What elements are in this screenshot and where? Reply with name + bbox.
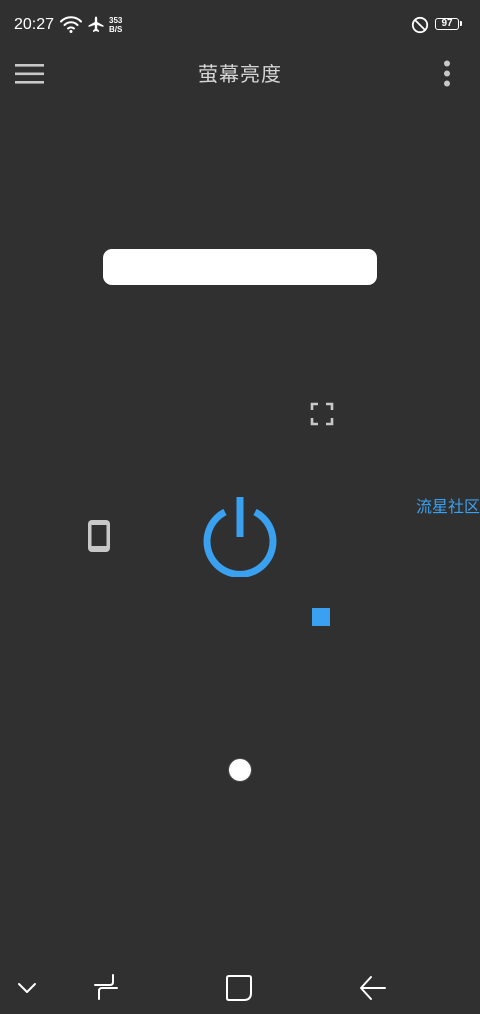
chevron-down-icon[interactable] bbox=[16, 980, 38, 996]
battery-level: 97 bbox=[441, 18, 453, 29]
back-icon[interactable] bbox=[358, 974, 388, 1002]
more-vertical-icon[interactable] bbox=[434, 60, 460, 88]
app-bar: 萤幕亮度 bbox=[0, 48, 480, 100]
color-indicator[interactable] bbox=[312, 608, 330, 626]
screen: 20:27 353 B/S 97 萤幕亮度 流星社区 bbox=[0, 0, 480, 1014]
status-time: 20:27 bbox=[14, 16, 55, 33]
phone-icon[interactable] bbox=[86, 518, 112, 554]
network-speed: 353 B/S bbox=[109, 16, 122, 34]
airplane-icon bbox=[88, 16, 104, 32]
battery-icon: 97 bbox=[435, 18, 462, 30]
page-title: 萤幕亮度 bbox=[198, 62, 282, 86]
slider-knob[interactable] bbox=[228, 758, 252, 782]
power-icon[interactable] bbox=[199, 495, 281, 577]
fullscreen-icon[interactable] bbox=[310, 402, 334, 426]
community-link[interactable]: 流星社区 bbox=[416, 497, 480, 517]
network-speed-value: 353 bbox=[109, 16, 123, 25]
wifi-icon bbox=[60, 16, 82, 33]
navigation-bar bbox=[0, 958, 480, 1014]
do-not-disturb-icon bbox=[411, 16, 429, 34]
network-speed-unit: B/S bbox=[109, 25, 123, 34]
home-icon[interactable] bbox=[224, 973, 254, 1003]
status-bar: 20:27 353 B/S 97 bbox=[0, 0, 480, 48]
recent-apps-icon[interactable] bbox=[92, 972, 120, 1002]
brightness-bar[interactable] bbox=[103, 249, 377, 285]
